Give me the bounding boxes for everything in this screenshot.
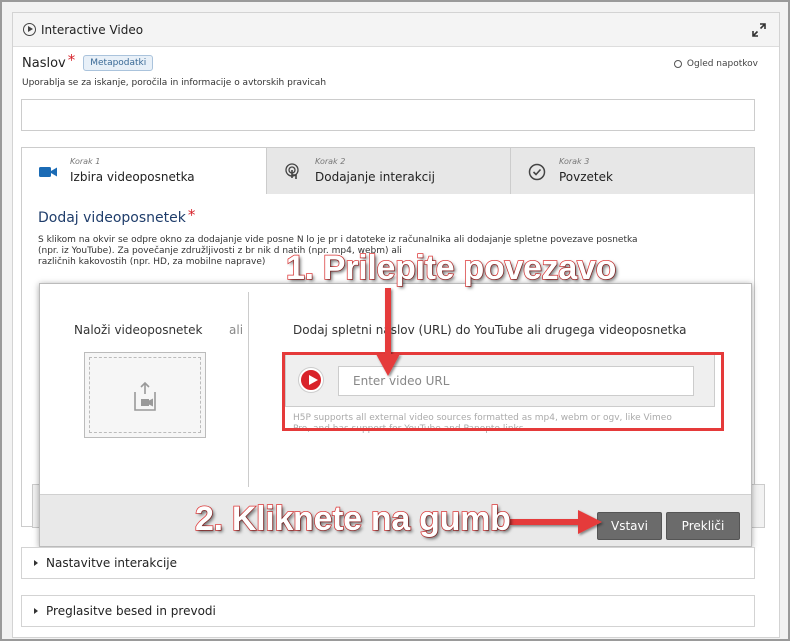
supported-formats-text: H5P supports all external video sources … <box>293 413 713 435</box>
required-mark: * <box>67 51 76 69</box>
description-line: (npr. iz YouTube). Za povečanje združlji… <box>38 246 402 256</box>
section-title-text: Dodaj videoposnetek <box>38 210 186 226</box>
play-circle-icon <box>23 23 36 36</box>
add-video-dialog: Naloži videoposnetek ali Dodaj spletni n… <box>39 283 752 547</box>
video-camera-icon <box>39 167 57 177</box>
collapsible-label: Preglasitve besed in prevodi <box>46 604 216 618</box>
title-label-text: Naslov <box>22 55 66 71</box>
vertical-divider <box>248 292 249 487</box>
step-label: Povzetek <box>559 170 613 184</box>
dialog-footer: Vstavi Prekliči <box>40 494 751 546</box>
description-line: različnih kakovostih (npr. HD, za mobiln… <box>38 257 266 267</box>
title-field-label: Naslov * Metapodatki <box>22 51 154 72</box>
collapsible-label: Nastavitve interakcije <box>46 556 177 570</box>
info-circle-icon <box>673 60 682 68</box>
wizard-steps: Korak 1 Izbira videoposnetka Korak 2 Dod… <box>22 148 754 194</box>
dropzone-dashed-area <box>89 357 201 433</box>
collapsible-translations[interactable]: Preglasitve besed in prevodi <box>21 595 755 627</box>
tab-step-3[interactable]: Korak 3 Povzetek <box>510 148 754 194</box>
caret-right-icon <box>34 560 38 566</box>
tab-step-2[interactable]: Korak 2 Dodajanje interakcij <box>266 148 510 194</box>
expand-icon[interactable] <box>751 22 767 38</box>
section-description: S klikom na okvir se odpre okno za dodaj… <box>38 235 743 268</box>
touch-icon <box>285 163 299 179</box>
panel-title: Interactive Video <box>41 22 144 37</box>
title-field-description: Uporablja se za iskanje, poročila in inf… <box>22 78 327 88</box>
hint-link[interactable]: Ogled napotkov <box>673 59 758 69</box>
caret-right-icon <box>34 608 38 614</box>
section-title: Dodaj videoposnetek * <box>38 206 196 227</box>
title-input[interactable] <box>21 99 755 131</box>
hint-link-label: Ogled napotkov <box>686 59 758 69</box>
insert-button[interactable]: Vstavi <box>597 512 662 540</box>
upload-dropzone[interactable] <box>84 352 206 438</box>
step-number: Korak 2 <box>315 157 346 166</box>
upload-label: Naloži videoposnetek <box>74 323 203 337</box>
support-line: Pro, and has support for YouTube and Pan… <box>293 424 527 434</box>
required-mark: * <box>187 206 196 224</box>
support-line: H5P supports all external video sources … <box>293 413 672 423</box>
panel-header[interactable]: Interactive Video <box>13 13 779 47</box>
collapsible-interaction-settings[interactable]: Nastavitve interakcije <box>21 547 755 579</box>
url-input-group <box>285 352 715 407</box>
youtube-play-icon <box>299 368 323 392</box>
step-number: Korak 1 <box>70 157 101 166</box>
check-circle-icon <box>528 163 546 181</box>
step-label: Izbira videoposnetka <box>70 170 195 184</box>
metadata-button[interactable]: Metapodatki <box>83 55 154 71</box>
tab-step-1[interactable]: Korak 1 Izbira videoposnetka <box>22 148 266 194</box>
video-url-input[interactable] <box>338 366 694 396</box>
or-separator: ali <box>229 323 244 337</box>
upload-video-icon <box>134 381 156 411</box>
screenshot-frame: Interactive Video Naslov * Metapodatki O… <box>0 0 790 641</box>
cancel-button[interactable]: Prekliči <box>666 512 740 540</box>
step-number: Korak 3 <box>559 157 590 166</box>
step-label: Dodajanje interakcij <box>315 170 435 184</box>
description-line: S klikom na okvir se odpre okno za dodaj… <box>38 235 638 245</box>
url-label: Dodaj spletni naslov (URL) do YouTube al… <box>293 323 687 337</box>
